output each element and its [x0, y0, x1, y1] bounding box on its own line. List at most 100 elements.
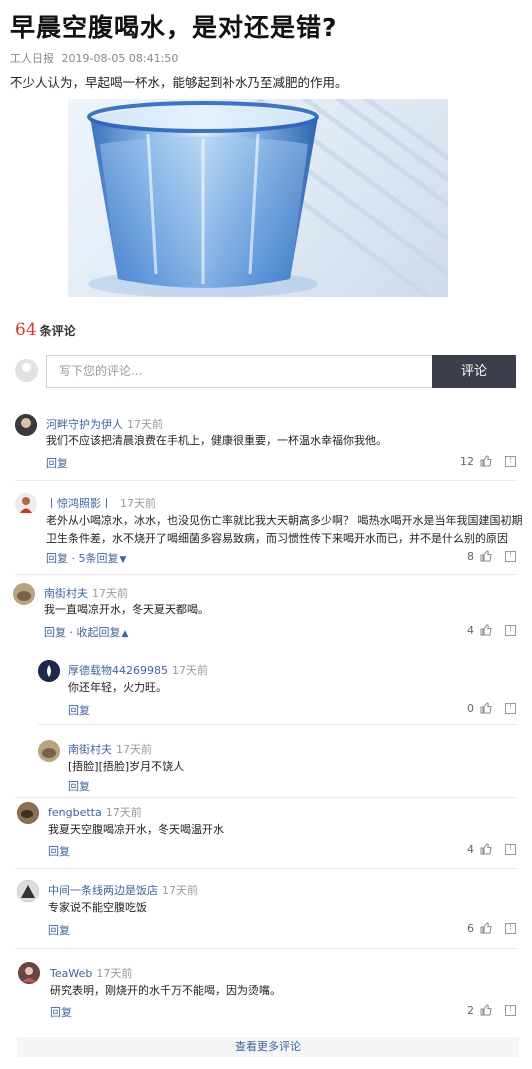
comment-time: 17天前	[92, 587, 128, 600]
avatar-image	[38, 660, 60, 682]
comments-count-label: 条评论	[39, 324, 76, 338]
comment-time: 17天前	[162, 884, 198, 897]
report-icon[interactable]	[505, 702, 516, 714]
comments-count-number: 64	[15, 320, 37, 340]
reply-header: 厚德载物44269985 17天前	[68, 662, 208, 678]
comment-divider	[15, 480, 517, 481]
comment-time: 17天前	[105, 806, 142, 819]
comment-author[interactable]: 中间一条线两边是饭店	[48, 884, 158, 897]
comment-right-actions: 8	[467, 550, 516, 563]
avatar[interactable]	[38, 740, 60, 762]
comment-right-actions: 2	[467, 1004, 516, 1017]
comment-divider	[15, 574, 517, 575]
comment-author[interactable]: 厚德载物44269985	[68, 664, 168, 677]
comment-divider	[15, 797, 517, 798]
comment-time: 17天前	[120, 497, 156, 510]
report-icon[interactable]	[505, 455, 516, 467]
comment-author[interactable]: 河畔守护为伊人	[46, 418, 123, 431]
reply-link[interactable]: 回复	[46, 455, 68, 471]
chevron-down-icon: ▼	[119, 555, 127, 565]
thumbs-up-icon[interactable]	[480, 1004, 492, 1016]
report-icon[interactable]	[505, 550, 516, 562]
reply-link[interactable]: 回复	[48, 843, 70, 859]
reply-header: 南街村夫 17天前	[68, 741, 152, 757]
report-icon[interactable]	[505, 843, 516, 855]
comment-submit-button[interactable]: 评论	[432, 355, 516, 388]
replies-count-label: 5条回复	[78, 552, 119, 565]
load-more-comments-button[interactable]: 查看更多评论	[17, 1037, 519, 1057]
avatar-image	[13, 583, 35, 605]
comment-divider	[15, 868, 517, 869]
comment-input[interactable]: 写下您的评论...	[46, 355, 432, 388]
comment-right-actions: 4	[467, 624, 516, 637]
avatar[interactable]	[17, 802, 39, 824]
comment-text: 你还年轻，火力旺。	[68, 681, 167, 694]
report-icon[interactable]	[505, 1004, 516, 1016]
comment-header: 丨惊鸿照影丨 17天前	[46, 495, 156, 511]
avatar[interactable]	[15, 414, 37, 436]
avatar-image	[17, 880, 39, 902]
comment-author[interactable]: 丨惊鸿照影丨	[46, 497, 112, 510]
comment-time: 17天前	[127, 418, 163, 431]
expand-replies-link[interactable]: 5条回复▼	[79, 552, 127, 565]
comment-right-actions: 6	[467, 922, 516, 935]
article-source[interactable]: 工人日报	[10, 52, 54, 65]
avatar-image	[15, 493, 37, 515]
like-count: 8	[467, 550, 474, 563]
report-icon[interactable]	[505, 922, 516, 934]
action-separator: ·	[66, 626, 77, 639]
comment-author[interactable]: TeaWeb	[50, 967, 92, 980]
comment-text: 我一直喝凉开水，冬天夏天都喝。	[44, 603, 209, 616]
avatar[interactable]	[13, 583, 35, 605]
thumbs-up-icon[interactable]	[480, 843, 492, 855]
comment-time: 17天前	[96, 967, 133, 980]
reply-link[interactable]: 回复	[48, 922, 70, 938]
comment-divider	[15, 948, 517, 949]
reply-divider	[38, 724, 517, 725]
article-meta: 工人日报 2019-08-05 08:41:50	[10, 50, 178, 66]
avatar[interactable]	[15, 493, 37, 515]
comment-header: fengbetta 17天前	[48, 804, 142, 820]
comment-time: 17天前	[116, 743, 152, 756]
thumbs-up-icon[interactable]	[480, 455, 492, 467]
reply-link[interactable]: 回复	[50, 1004, 72, 1020]
article-datetime: 2019-08-05 08:41:50	[61, 52, 179, 65]
avatar[interactable]	[38, 660, 60, 682]
avatar-image	[17, 802, 39, 824]
reply-link[interactable]: 回复	[68, 702, 90, 718]
comment-text: 我们不应该把清晨浪费在手机上，健康很重要，一杯温水幸福你我他。	[46, 434, 387, 447]
like-count: 4	[467, 624, 474, 637]
comment-text-line: 老外从小喝凉水，冰水，也没见伤亡率就比我大天朝高多少啊？ 喝热水喝开水是当年我国…	[46, 514, 523, 527]
report-icon[interactable]	[505, 624, 516, 636]
comments-count: 64 条评论	[15, 320, 76, 340]
comment-author[interactable]: fengbetta	[48, 806, 102, 819]
like-count: 6	[467, 922, 474, 935]
thumbs-up-icon[interactable]	[480, 922, 492, 934]
thumbs-up-icon[interactable]	[480, 624, 492, 636]
avatar[interactable]	[17, 880, 39, 902]
reply-link[interactable]: 回复	[68, 778, 90, 794]
comment-actions: 回复 · 收起回复▲	[44, 624, 128, 640]
comment-author[interactable]: 南街村夫	[68, 743, 112, 756]
reply-link[interactable]: 回复	[46, 552, 68, 565]
thumbs-up-icon[interactable]	[480, 702, 492, 714]
like-count: 2	[467, 1004, 474, 1017]
article-title: 早晨空腹喝水，是对还是错?	[10, 13, 338, 42]
reply-link[interactable]: 回复	[44, 626, 66, 639]
avatar[interactable]	[18, 962, 40, 984]
comment-right-actions: 0	[467, 702, 516, 715]
article-image-water-glass	[68, 99, 448, 297]
comment-text-line: 卫生条件差，水不烧开了喝细菌多容易致病，而习惯性传下来喝开水而已，并不是什么别的…	[46, 532, 508, 545]
comment-time: 17天前	[172, 664, 208, 677]
like-count: 4	[467, 843, 474, 856]
comment-text: [捂脸][捂脸]岁月不饶人	[68, 760, 185, 773]
comment-header: 中间一条线两边是饭店 17天前	[48, 882, 198, 898]
collapse-replies-link[interactable]: 收起回复▲	[77, 626, 129, 639]
comment-header: TeaWeb 17天前	[50, 965, 132, 981]
comment-author[interactable]: 南街村夫	[44, 587, 88, 600]
action-separator: ·	[68, 552, 79, 565]
thumbs-up-icon[interactable]	[480, 550, 492, 562]
comment-text: 我夏天空腹喝凉开水，冬天喝温开水	[48, 823, 224, 836]
comment-right-actions: 4	[467, 843, 516, 856]
comment-text: 老外从小喝凉水，冰水，也没见伤亡率就比我大天朝高多少啊？ 喝热水喝开水是当年我国…	[46, 512, 523, 548]
